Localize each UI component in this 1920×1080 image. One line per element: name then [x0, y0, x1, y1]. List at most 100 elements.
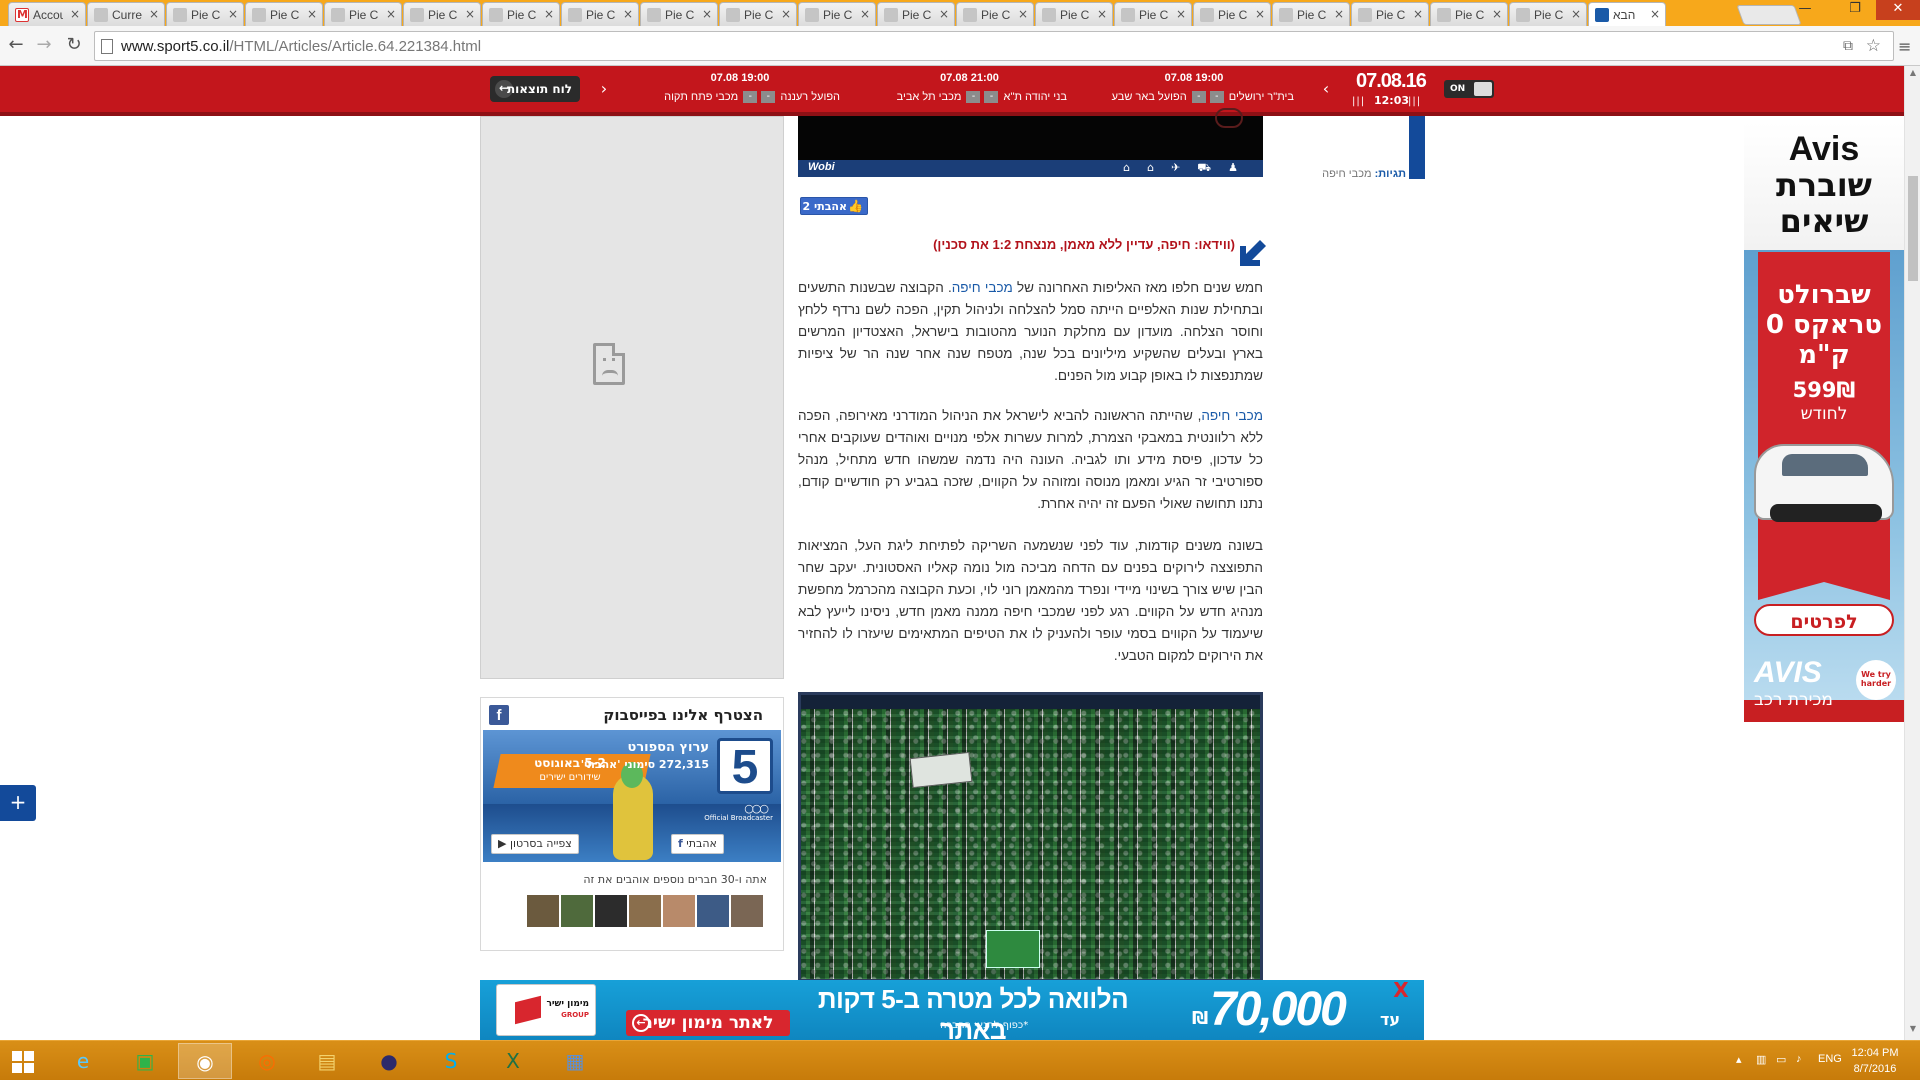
close-tab-icon[interactable]: ×: [386, 7, 396, 21]
close-tab-icon[interactable]: ×: [465, 7, 475, 21]
ad-close-icon[interactable]: X: [1392, 980, 1410, 1000]
close-tab-icon[interactable]: ×: [781, 7, 791, 21]
windows-start-icon[interactable]: [12, 1051, 34, 1073]
friend-avatar[interactable]: [629, 895, 661, 927]
firefox-icon[interactable]: ◎: [240, 1043, 294, 1079]
friend-avatar[interactable]: [663, 895, 695, 927]
browser-tab[interactable]: Pie C ×: [482, 2, 560, 26]
facebook-page-name[interactable]: ערוץ הספורט: [627, 740, 709, 755]
facebook-like-button[interactable]: אהבתי f: [671, 834, 724, 854]
close-tab-icon[interactable]: ×: [149, 7, 159, 21]
browser-tab[interactable]: Curre ×: [87, 2, 165, 26]
friend-avatar[interactable]: [527, 895, 559, 927]
friend-avatar[interactable]: [561, 895, 593, 927]
translate-icon[interactable]: ⧉: [1843, 38, 1853, 54]
article-like-button[interactable]: 👍 אהבתי 2: [800, 197, 868, 215]
chrome-menu-icon[interactable]: ≡: [1898, 37, 1911, 56]
close-tab-icon[interactable]: ×: [1492, 7, 1502, 21]
close-tab-icon[interactable]: ×: [1176, 7, 1186, 21]
network-icon[interactable]: ▦: [548, 1043, 602, 1079]
close-tab-icon[interactable]: ×: [1413, 7, 1423, 21]
file-explorer-icon[interactable]: ▤: [300, 1043, 354, 1079]
tag-link[interactable]: מכבי חיפה: [1322, 168, 1371, 180]
address-bar[interactable]: www.sport5.co.il/HTML/Articles/Article.6…: [94, 31, 1894, 61]
network-tray-icon[interactable]: ▥: [1756, 1053, 1766, 1066]
ticker-prev-arrow-icon[interactable]: ‹: [1318, 80, 1334, 100]
volume-icon[interactable]: ♪: [1796, 1053, 1802, 1065]
browser-tab[interactable]: Pie C ×: [1035, 2, 1113, 26]
close-tab-icon[interactable]: ×: [307, 7, 317, 21]
excel-icon[interactable]: X: [486, 1043, 540, 1079]
close-tab-icon[interactable]: ×: [702, 7, 712, 21]
close-tab-icon[interactable]: ×: [623, 7, 633, 21]
browser-tab[interactable]: Pie C ×: [798, 2, 876, 26]
tray-expand-icon[interactable]: ▴: [1736, 1053, 1742, 1066]
scores-board-button[interactable]: ← לוח תוצאות: [490, 76, 580, 102]
ticker-game[interactable]: 07.08 19:00 בית"ר ירושלים -- הפועל באר ש…: [1094, 70, 1294, 110]
close-tab-icon[interactable]: ×: [1018, 7, 1028, 21]
forward-button[interactable]: →: [32, 34, 56, 58]
close-tab-icon[interactable]: ×: [544, 7, 554, 21]
browser-tab[interactable]: Pie C ×: [324, 2, 402, 26]
video-sponsor-logo[interactable]: Wobi: [808, 161, 835, 173]
browser-tab[interactable]: Pie C ×: [1430, 2, 1508, 26]
system-clock[interactable]: 12:04 PM 8/7/2016: [1840, 1045, 1910, 1077]
plus-share-button[interactable]: +: [0, 785, 36, 821]
friend-avatar[interactable]: [697, 895, 729, 927]
browser-tab[interactable]: Pie C ×: [640, 2, 718, 26]
loan-ad-banner[interactable]: מימון ישיר GROUP ← לאתר מימון ישיר הלווא…: [480, 980, 1424, 1045]
browser-tab[interactable]: Pie C ×: [1351, 2, 1429, 26]
team-link[interactable]: מכבי חיפה: [1201, 408, 1263, 423]
browser-tab[interactable]: Pie C ×: [1509, 2, 1587, 26]
chrome-icon[interactable]: ◉: [178, 1043, 232, 1079]
browser-tab[interactable]: Pie C ×: [1114, 2, 1192, 26]
ticker-next-arrow-icon[interactable]: ›: [596, 80, 612, 100]
store-icon[interactable]: ▣: [118, 1043, 172, 1079]
close-window-button[interactable]: ✕: [1876, 0, 1920, 20]
facebook-page-banner[interactable]: 5-2 באוגוסט שידורים ישירים 5 ערוץ הספורט…: [483, 730, 781, 862]
internet-explorer-icon[interactable]: e: [56, 1043, 110, 1079]
team-link[interactable]: מכבי חיפה: [952, 280, 1013, 295]
video-category-icons[interactable]: ⌂⌂✈⛟♟: [1123, 161, 1255, 176]
loan-cta-button[interactable]: ← לאתר מימון ישיר: [626, 1010, 790, 1036]
ad-details-button[interactable]: לפרטים: [1754, 604, 1894, 636]
close-tab-icon[interactable]: ×: [1097, 7, 1107, 21]
browser-tab[interactable]: Pie C ×: [719, 2, 797, 26]
battery-icon[interactable]: ▭: [1776, 1053, 1786, 1066]
avis-ad[interactable]: Avis שוברת שיאים שברולט טראקס 0 ק"מ 599₪…: [1744, 122, 1904, 722]
close-tab-icon[interactable]: ×: [860, 7, 870, 21]
close-tab-icon[interactable]: ×: [1571, 7, 1581, 21]
minimize-button[interactable]: —: [1790, 0, 1820, 20]
browser-tab[interactable]: Pie C ×: [561, 2, 639, 26]
friend-avatar[interactable]: [731, 895, 763, 927]
scrollbar-thumb[interactable]: [1908, 176, 1918, 281]
language-indicator[interactable]: ENG: [1818, 1053, 1842, 1065]
browser-tab[interactable]: הבא ×: [1588, 2, 1666, 27]
close-tab-icon[interactable]: ×: [1650, 7, 1660, 21]
browser-tab[interactable]: Accou ×: [8, 2, 86, 26]
close-tab-icon[interactable]: ×: [228, 7, 238, 21]
eclipse-icon[interactable]: ●: [362, 1043, 416, 1079]
video-headline-link[interactable]: (ווידאו: חיפה, עדיין ללא מאמן, מנצחת 1:2…: [900, 237, 1235, 252]
browser-tab[interactable]: Pie C ×: [1193, 2, 1271, 26]
watch-video-button[interactable]: צפייה בסרטון ▶: [491, 834, 579, 854]
browser-tab[interactable]: Pie C ×: [1272, 2, 1350, 26]
close-tab-icon[interactable]: ×: [1255, 7, 1265, 21]
browser-tab[interactable]: Pie C ×: [877, 2, 955, 26]
back-button[interactable]: ←: [4, 34, 28, 58]
ticker-game[interactable]: 07.08 21:00 בני יהודה ת"א -- מכבי תל אבי…: [872, 70, 1067, 110]
facebook-icon[interactable]: f: [489, 705, 509, 725]
browser-tab[interactable]: Pie C ×: [956, 2, 1034, 26]
reload-button[interactable]: ↻: [62, 34, 86, 58]
maximize-button[interactable]: ❐: [1840, 0, 1870, 20]
skype-icon[interactable]: S: [424, 1043, 478, 1079]
live-toggle[interactable]: ON: [1444, 80, 1494, 98]
browser-tab[interactable]: Pie C ×: [403, 2, 481, 26]
browser-tab[interactable]: Pie C ×: [166, 2, 244, 26]
close-tab-icon[interactable]: ×: [70, 7, 80, 21]
close-tab-icon[interactable]: ×: [939, 7, 949, 21]
close-tab-icon[interactable]: ×: [1334, 7, 1344, 21]
page-scrollbar[interactable]: ▲ ▼: [1904, 66, 1920, 1040]
ticker-game[interactable]: 07.08 19:00 הפועל רעננה -- מכבי פתח תקוה: [640, 70, 840, 110]
scroll-up-icon[interactable]: ▲: [1908, 68, 1918, 77]
